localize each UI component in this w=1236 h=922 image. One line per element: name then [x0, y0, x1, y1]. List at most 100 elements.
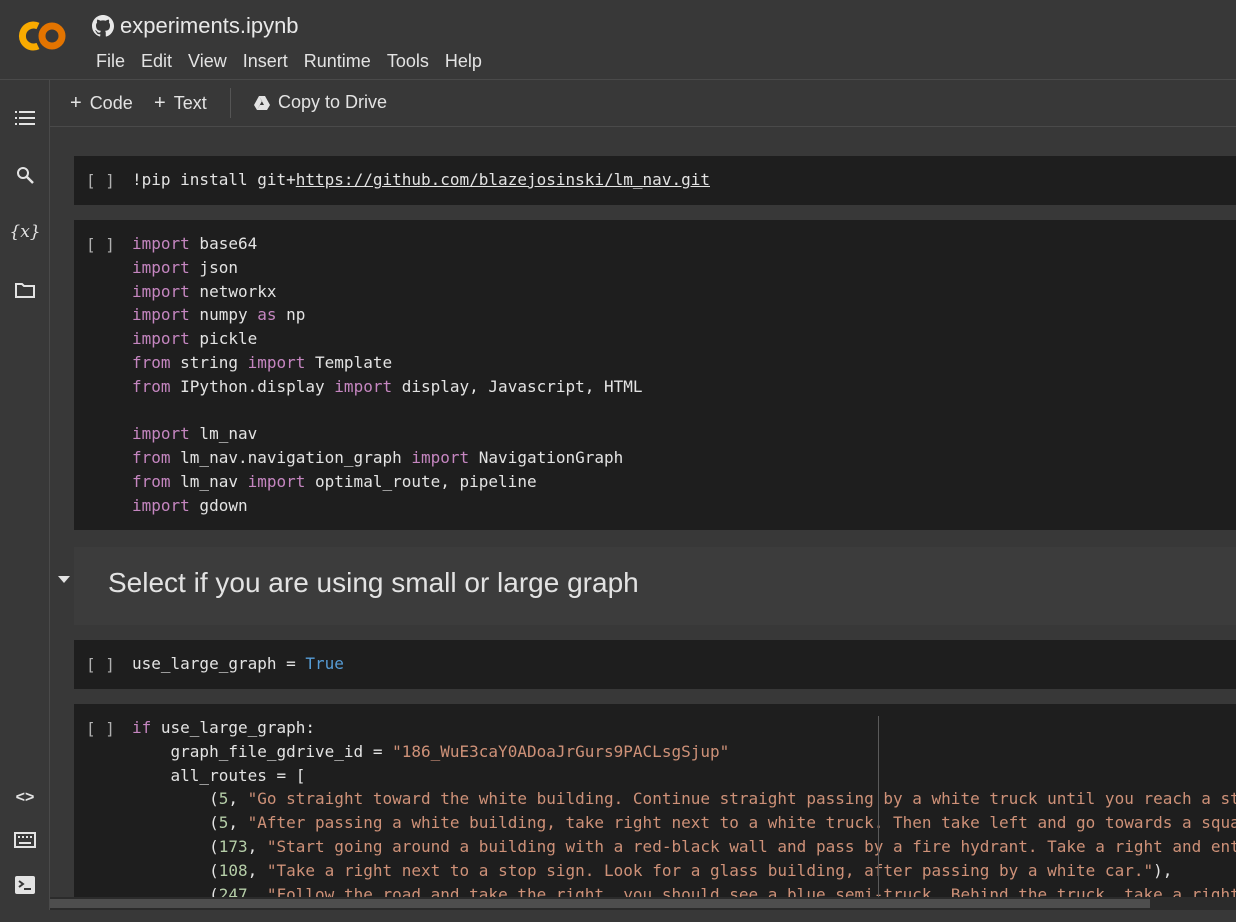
code-text: gdown — [189, 495, 248, 515]
run-cell-button[interactable]: [ ] — [86, 719, 115, 738]
code-text: ( — [132, 836, 219, 856]
keyword: if — [132, 718, 152, 737]
colab-logo[interactable] — [16, 16, 70, 56]
code-snippets-icon[interactable]: <> — [12, 785, 38, 811]
menu-help[interactable]: Help — [437, 50, 490, 72]
code-cell-pip[interactable]: [ ] !pip install git+https://github.com/… — [74, 156, 1236, 205]
code-text: , — [247, 884, 267, 897]
code-line: from lm_nav.navigation_graph import Navi… — [132, 446, 643, 470]
keyword: import — [247, 352, 306, 372]
add-text-label: Text — [173, 93, 207, 113]
code-line: import json — [132, 256, 643, 280]
menu-view[interactable]: View — [180, 50, 235, 72]
keyword: import — [132, 234, 190, 253]
route-instruction: "Follow the road and take the right, you… — [266, 884, 1236, 897]
code-text: networkx — [189, 281, 277, 301]
code-cell-routes[interactable]: [ ] if use_large_graph: graph_file_gdriv… — [74, 704, 1236, 897]
code-line: from string import Template — [132, 351, 643, 375]
code-text: optimal_route, pipeline — [305, 471, 537, 491]
pip-command: !pip install git+ — [132, 170, 296, 189]
drive-icon — [254, 95, 270, 110]
code-line: import networkx — [132, 280, 643, 304]
notebook-title[interactable]: experiments.ipynb — [92, 13, 299, 39]
collapse-caret-icon[interactable] — [58, 576, 70, 583]
table-of-contents-icon[interactable] — [12, 105, 38, 131]
keyword: from — [132, 448, 171, 468]
text-cell-heading[interactable]: Select if you are using small or large g… — [74, 547, 1236, 625]
route-instruction: "Start going around a building with a re… — [266, 836, 1236, 856]
ruler-line — [878, 716, 879, 897]
flag-value: True — [305, 654, 344, 673]
code-text: ( — [132, 860, 219, 880]
add-text-button[interactable]: + Text — [154, 92, 207, 115]
keyword: import — [132, 329, 190, 349]
run-cell-button[interactable]: [ ] — [86, 171, 115, 190]
code-line: import lm_nav — [132, 422, 643, 446]
route-instruction: "After passing a white building, take ri… — [247, 813, 1236, 833]
folder-icon[interactable] — [12, 277, 38, 303]
top-bar: experiments.ipynb File Edit View Insert … — [0, 0, 1236, 80]
menu-edit[interactable]: Edit — [133, 50, 180, 72]
code-text: numpy — [189, 305, 258, 325]
keyword: import — [132, 424, 190, 444]
code-text: np — [276, 305, 306, 325]
keyword: import — [132, 257, 190, 277]
keyword: as — [257, 305, 277, 325]
scrollbar-thumb[interactable] — [50, 899, 1150, 908]
route-node-number: 247 — [218, 884, 248, 897]
flag-variable: use_large_graph = — [132, 654, 306, 673]
code-text: use_large_graph: — [151, 718, 316, 737]
copy-to-drive-label: Copy to Drive — [278, 92, 388, 112]
code-text: ( — [132, 789, 219, 809]
toolbar: + Code + Text Copy to Drive — [50, 80, 1236, 127]
code-text: ( — [132, 884, 219, 897]
variables-icon[interactable]: {x} — [9, 219, 40, 245]
keyword: import — [334, 376, 393, 396]
menu-insert[interactable]: Insert — [235, 50, 296, 72]
code-text: ), — [1153, 860, 1173, 880]
route-instruction: "Go straight toward the white building. … — [247, 789, 1236, 809]
code-text: pickle — [189, 329, 258, 349]
menu-runtime[interactable]: Runtime — [296, 50, 379, 72]
code-line: from IPython.display import display, Jav… — [132, 375, 643, 399]
command-palette-icon[interactable] — [12, 827, 38, 853]
string-literal: "186_WuE3caY0ADoaJrGurs9PACLsgSjup" — [392, 741, 730, 761]
code-text: , — [247, 836, 267, 856]
keyword: import — [132, 495, 190, 515]
code-text: lm_nav — [189, 424, 258, 444]
toolbar-divider — [230, 88, 231, 118]
horizontal-scrollbar[interactable] — [50, 897, 1236, 910]
left-sidebar: {x} <> — [0, 80, 50, 922]
code-text: IPython.display — [170, 376, 335, 396]
code-line: import pickle — [132, 327, 643, 351]
terminal-icon[interactable] — [12, 872, 38, 898]
route-node-number: 5 — [218, 789, 229, 809]
keyword: import — [411, 448, 470, 468]
run-cell-button[interactable]: [ ] — [86, 655, 115, 674]
code-text: string — [170, 352, 248, 372]
route-node-number: 108 — [218, 860, 248, 880]
keyword: from — [132, 471, 171, 491]
menu-tools[interactable]: Tools — [379, 50, 437, 72]
menu-file[interactable]: File — [88, 50, 133, 72]
notebook-area: [ ] !pip install git+https://github.com/… — [50, 127, 1236, 897]
copy-to-drive-button[interactable]: Copy to Drive — [254, 92, 387, 113]
status-strip — [0, 910, 1236, 922]
code-text: lm_nav — [170, 471, 248, 491]
repo-link[interactable]: https://github.com/blazejosinski/lm_nav.… — [296, 170, 710, 189]
code-line: use_large_graph = True — [132, 652, 344, 676]
code-cell-flag[interactable]: [ ] use_large_graph = True — [74, 640, 1236, 689]
code-text: , — [228, 789, 248, 809]
search-icon[interactable] — [12, 162, 38, 188]
keyword: import — [132, 305, 190, 325]
code-cell-imports[interactable]: [ ] import base64 import json import netwo… — [74, 220, 1236, 530]
add-code-button[interactable]: + Code — [70, 92, 133, 115]
code-text: NavigationGraph — [469, 448, 624, 468]
run-cell-button[interactable]: [ ] — [86, 235, 115, 254]
code-text: , — [228, 813, 248, 833]
code-text: lm_nav.navigation_graph — [170, 448, 412, 468]
code-line: import numpy as np — [132, 303, 643, 327]
route-node-number: 5 — [218, 813, 229, 833]
code-text: all_routes = [ — [132, 765, 306, 785]
